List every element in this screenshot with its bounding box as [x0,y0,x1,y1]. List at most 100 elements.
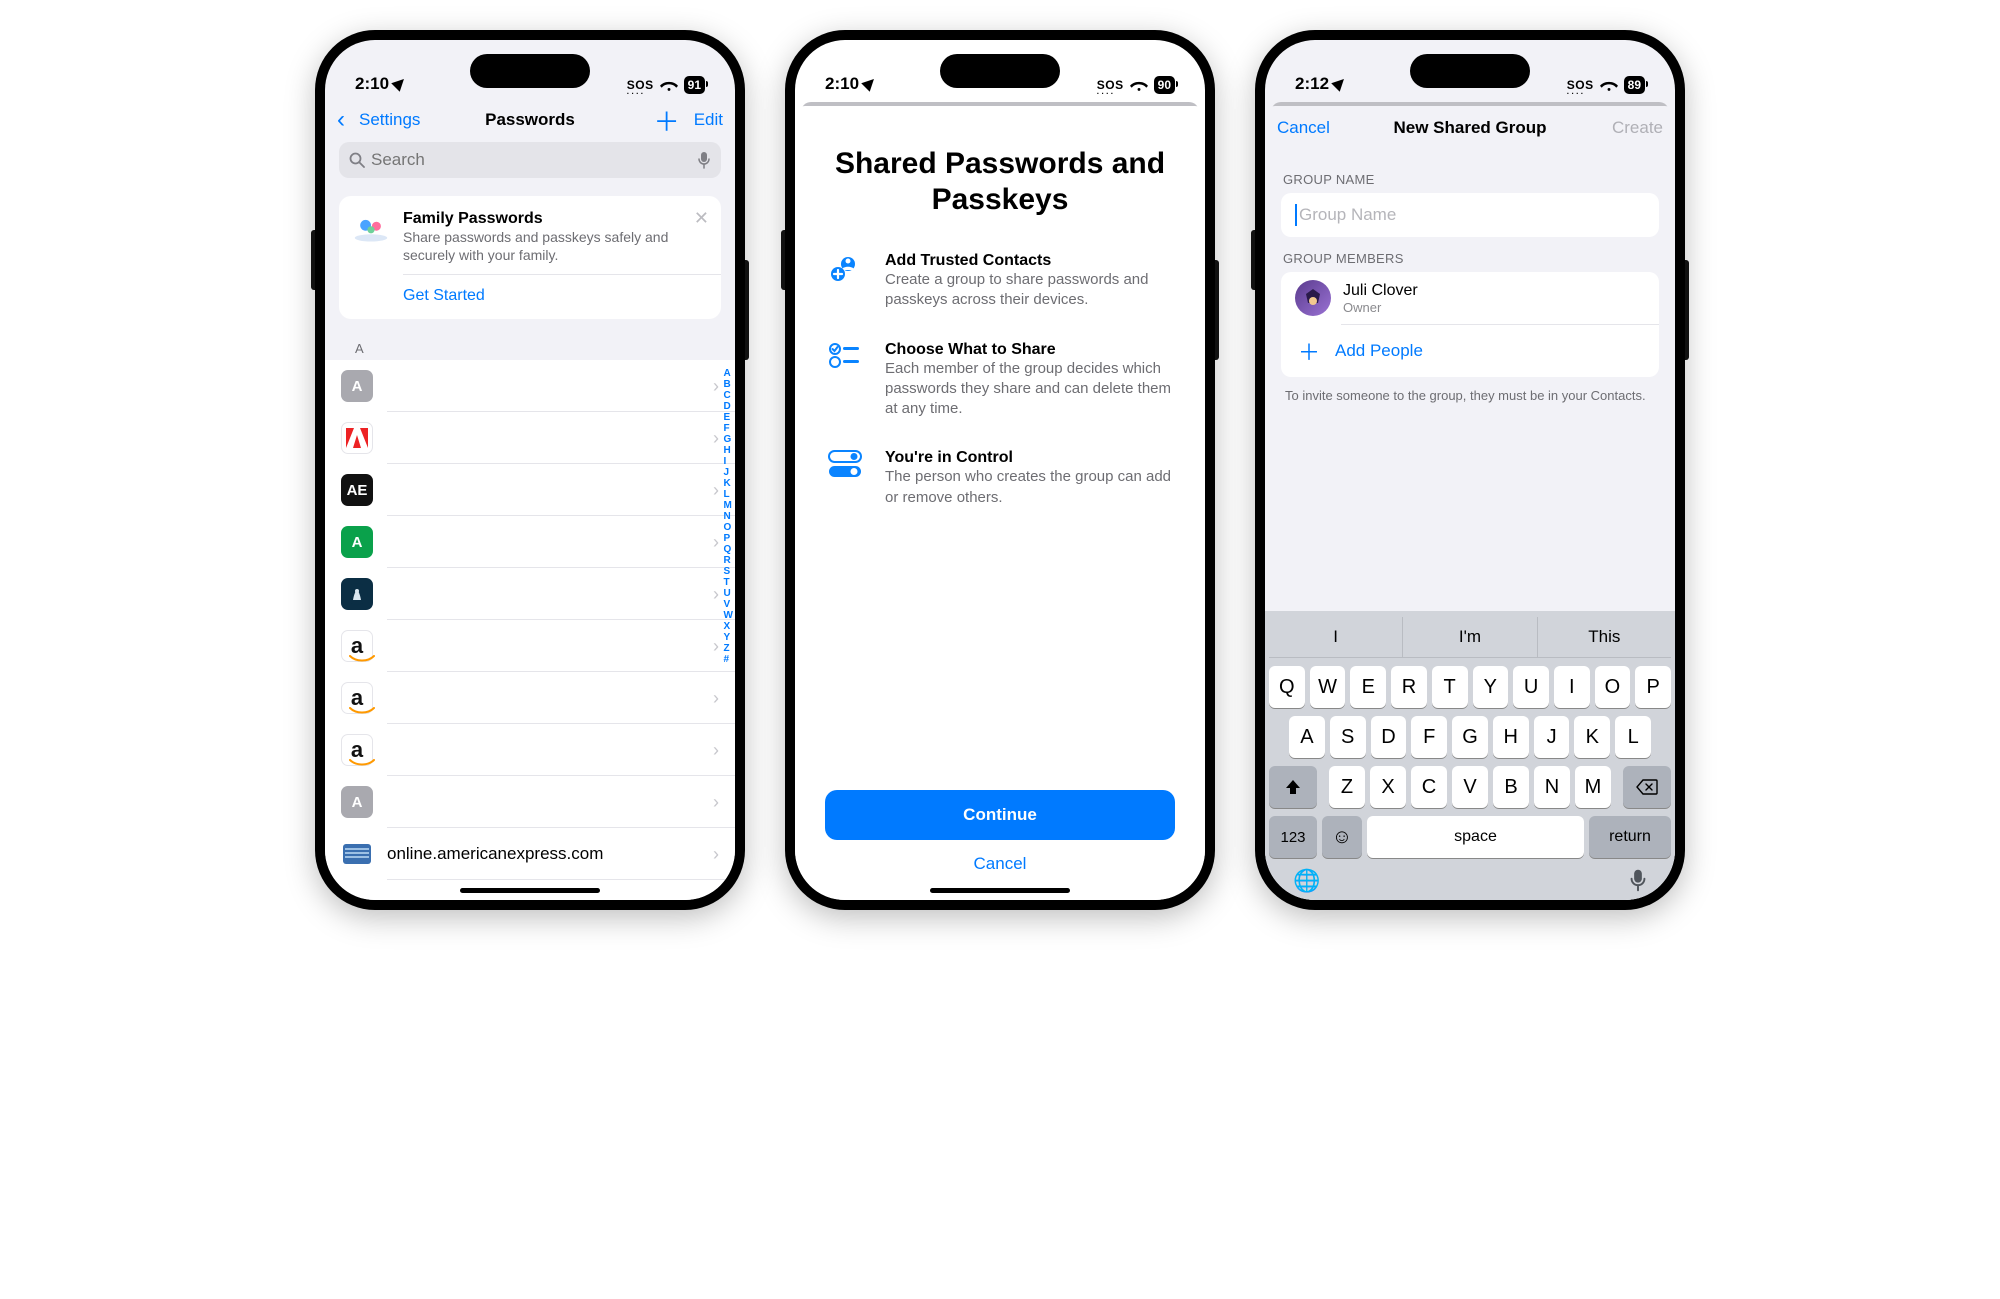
index-letter[interactable]: K [724,478,733,489]
password-row[interactable]: A› [325,360,735,412]
home-indicator[interactable] [460,888,600,893]
key-q[interactable]: Q [1269,666,1305,708]
index-letter[interactable]: R [724,555,733,566]
password-row[interactable]: a› [325,724,735,776]
password-row[interactable]: a› [325,672,735,724]
key-z[interactable]: Z [1329,766,1365,808]
index-letter[interactable]: A [724,368,733,379]
emoji-key[interactable]: ☺ [1322,816,1362,858]
backspace-key[interactable] [1623,766,1671,808]
add-people-button[interactable]: ＋ Add People [1281,325,1659,377]
key-t[interactable]: T [1432,666,1468,708]
key-i[interactable]: I [1554,666,1590,708]
index-letter[interactable]: D [724,401,733,412]
suggestion[interactable]: I [1269,617,1402,657]
index-letter[interactable]: S [724,566,733,577]
nav-title: Passwords [485,110,575,130]
key-g[interactable]: G [1452,716,1488,758]
mic-icon[interactable] [697,151,711,169]
index-letter[interactable]: U [724,588,733,599]
index-letter[interactable]: P [724,533,733,544]
group-name-input[interactable] [1299,205,1645,225]
password-row[interactable]: › [325,568,735,620]
search-input[interactable] [371,150,691,170]
password-row[interactable]: online.americanexpress.com› [325,828,735,880]
cancel-button[interactable]: Cancel [1277,118,1330,138]
index-letter[interactable]: Q [724,544,733,555]
index-letter[interactable]: T [724,577,733,588]
key-u[interactable]: U [1513,666,1549,708]
key-r[interactable]: R [1391,666,1427,708]
close-icon[interactable]: ✕ [694,208,709,229]
globe-icon[interactable]: 🌐 [1293,868,1320,894]
continue-button[interactable]: Continue [825,790,1175,840]
key-v[interactable]: V [1452,766,1488,808]
cancel-button[interactable]: Cancel [825,854,1175,874]
key-b[interactable]: B [1493,766,1529,808]
password-row[interactable]: a› [325,620,735,672]
key-y[interactable]: Y [1473,666,1509,708]
dictation-icon[interactable] [1629,868,1647,894]
family-passwords-card: Family Passwords Share passwords and pas… [339,196,721,319]
key-a[interactable]: A [1289,716,1325,758]
alpha-index[interactable]: ABCDEFGHIJKLMNOPQRSTUVWXYZ# [724,360,733,665]
key-s[interactable]: S [1330,716,1366,758]
index-letter[interactable]: N [724,511,733,522]
password-row[interactable]: A› [325,776,735,828]
key-d[interactable]: D [1371,716,1407,758]
index-letter[interactable]: E [724,412,733,423]
index-letter[interactable]: C [724,390,733,401]
create-button[interactable]: Create [1612,118,1663,138]
shift-key[interactable] [1269,766,1317,808]
key-p[interactable]: P [1635,666,1671,708]
edit-button[interactable]: Edit [694,110,723,130]
key-w[interactable]: W [1310,666,1346,708]
index-letter[interactable]: V [724,599,733,610]
suggestion[interactable]: I'm [1402,617,1536,657]
get-started-button[interactable]: Get Started [339,275,721,319]
key-j[interactable]: J [1534,716,1570,758]
add-button[interactable]: ＋ [654,102,680,139]
key-k[interactable]: K [1574,716,1610,758]
password-row[interactable]: › [325,412,735,464]
key-h[interactable]: H [1493,716,1529,758]
keyboard[interactable]: II'mThis QWERTYUIOP ASDFGHJKL ZXCVBNM 12… [1265,611,1675,900]
index-letter[interactable]: # [724,654,733,665]
key-x[interactable]: X [1370,766,1406,808]
index-letter[interactable]: X [724,621,733,632]
index-letter[interactable]: Y [724,632,733,643]
key-l[interactable]: L [1615,716,1651,758]
chevron-right-icon: › [713,584,719,605]
key-m[interactable]: M [1575,766,1611,808]
password-list[interactable]: A››AE›A››a›a›a›A›online.americanexpress.… [325,360,735,900]
return-key[interactable]: return [1589,816,1671,858]
password-row[interactable]: AE› [325,464,735,516]
index-letter[interactable]: H [724,445,733,456]
space-key[interactable]: space [1367,816,1584,858]
key-f[interactable]: F [1411,716,1447,758]
index-letter[interactable]: G [724,434,733,445]
key-o[interactable]: O [1595,666,1631,708]
key-c[interactable]: C [1411,766,1447,808]
password-row[interactable]: A› [325,516,735,568]
index-letter[interactable]: Z [724,643,733,654]
index-letter[interactable]: J [724,467,733,478]
nav-back[interactable]: ‹ Settings [337,106,437,134]
index-letter[interactable]: M [724,500,733,511]
home-indicator[interactable] [930,888,1070,893]
key-e[interactable]: E [1350,666,1386,708]
group-name-field[interactable] [1281,193,1659,237]
index-letter[interactable]: B [724,379,733,390]
member-row[interactable]: Juli Clover Owner [1281,272,1659,324]
index-letter[interactable]: F [724,423,733,434]
index-letter[interactable]: W [724,610,733,621]
key-n[interactable]: N [1534,766,1570,808]
app-icon [341,422,373,454]
index-letter[interactable]: I [724,456,733,467]
suggestion[interactable]: This [1537,617,1671,657]
suggestion-bar[interactable]: II'mThis [1269,617,1671,658]
search-field[interactable] [339,142,721,178]
numbers-key[interactable]: 123 [1269,816,1317,858]
index-letter[interactable]: L [724,489,733,500]
index-letter[interactable]: O [724,522,733,533]
